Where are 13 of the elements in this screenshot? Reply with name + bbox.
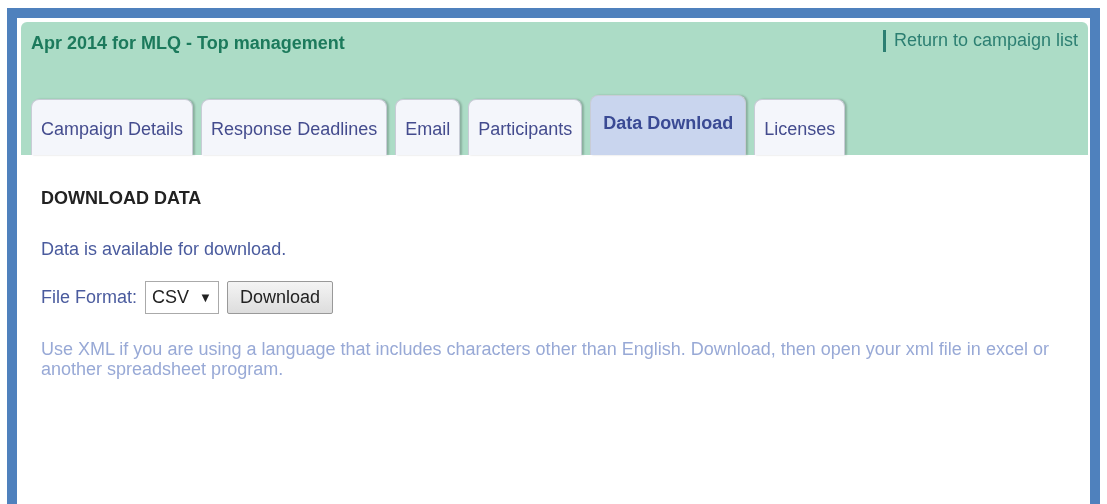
tab[interactable]: Email — [395, 99, 461, 155]
status-text: Data is available for download. — [41, 238, 288, 261]
download-button[interactable]: Download — [226, 281, 333, 314]
campaign-title: Apr 2014 for MLQ - Top management — [31, 32, 345, 55]
section-heading: DOWNLOAD DATA — [41, 187, 203, 210]
tab[interactable]: Data Download — [590, 95, 747, 155]
note-text: Use XML if you are using a language that includes characters other than English. Download, then open your xml file in excel or another spreadsheet program. — [41, 340, 1050, 380]
tab[interactable]: Participants — [468, 99, 583, 155]
tab[interactable]: Campaign Details — [31, 99, 194, 155]
format-select[interactable]: CSV ▼ — [145, 281, 219, 314]
tab[interactable]: Licenses — [754, 99, 846, 155]
format-label: File Format: — [41, 286, 137, 309]
tab[interactable]: Response Deadlines — [201, 99, 388, 155]
